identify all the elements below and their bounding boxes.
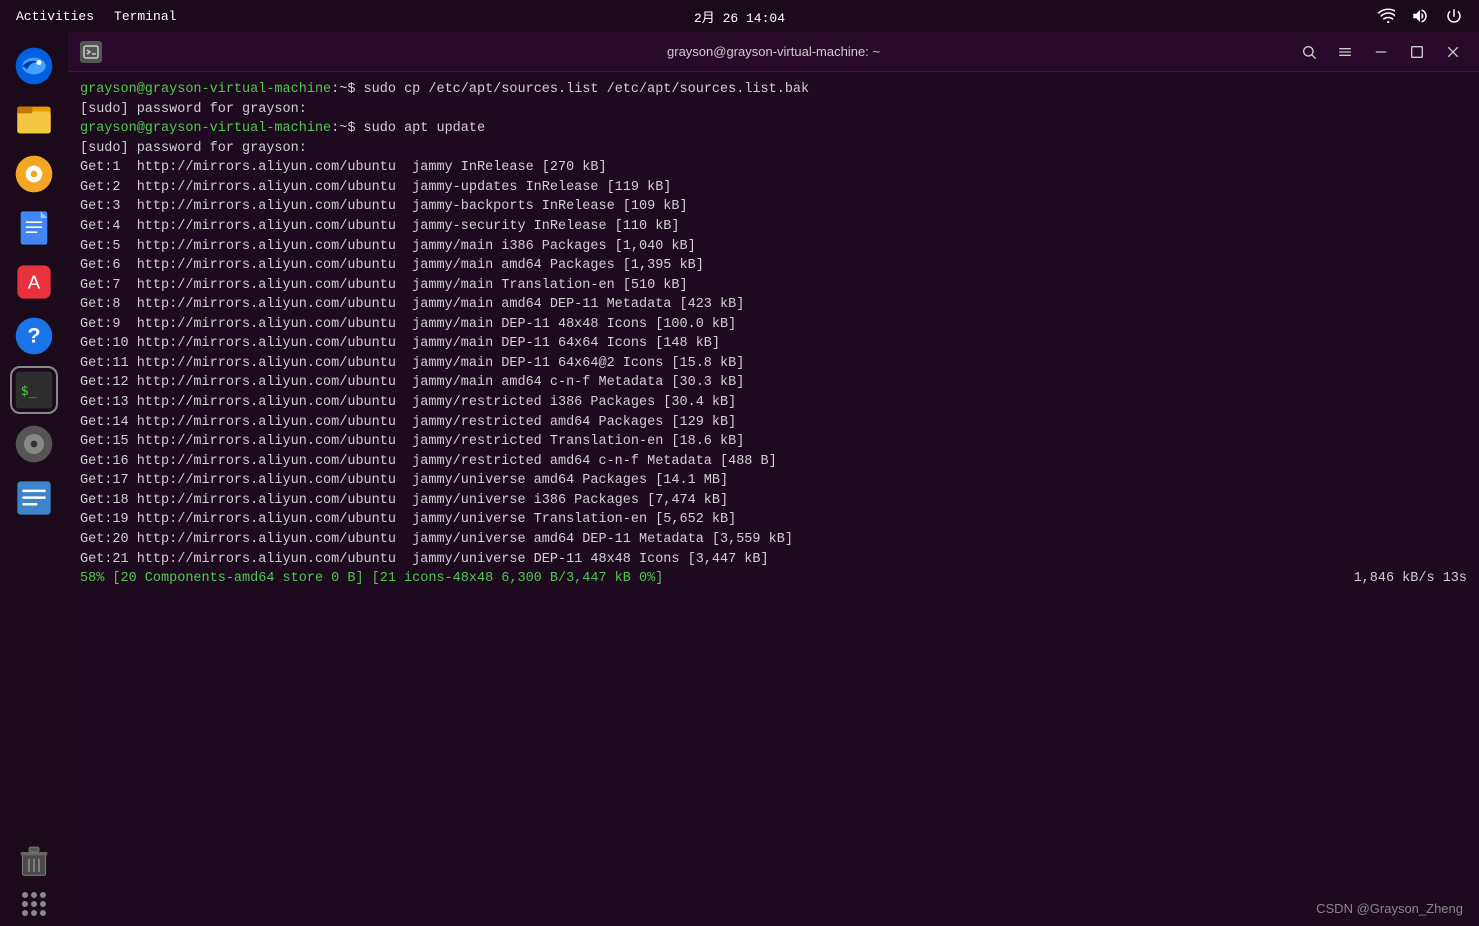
terminal-controls [1295,38,1467,66]
terminal-line: [sudo] password for grayson: [80,100,1467,120]
search-button[interactable] [1295,38,1323,66]
terminal-line: Get:17 http://mirrors.aliyun.com/ubuntu … [80,471,1467,491]
top-bar: Activities Terminal 2月 26 14:04 [0,0,1479,32]
terminal-line: 58% [20 Components-amd64 store 0 B] [21 … [80,569,1467,589]
power-icon[interactable] [1445,7,1463,25]
terminal-line: Get:12 http://mirrors.aliyun.com/ubuntu … [80,373,1467,393]
sidebar-icon-appstore[interactable]: A [10,258,58,306]
terminal-line: Get:7 http://mirrors.aliyun.com/ubuntu j… [80,276,1467,296]
terminal-tab-icon [80,41,102,63]
top-bar-right [1377,7,1463,25]
sidebar-icon-files[interactable] [10,96,58,144]
sidebar-icon-notes[interactable] [10,474,58,522]
network-icon[interactable] [1377,7,1395,25]
terminal-line: Get:8 http://mirrors.aliyun.com/ubuntu j… [80,295,1467,315]
terminal-line: grayson@grayson-virtual-machine:~$ sudo … [80,119,1467,139]
terminal-titlebar: grayson@grayson-virtual-machine: ~ [68,32,1479,72]
terminal-line: Get:13 http://mirrors.aliyun.com/ubuntu … [80,393,1467,413]
sidebar: A ? $_ [0,32,68,926]
terminal-line: Get:15 http://mirrors.aliyun.com/ubuntu … [80,432,1467,452]
sidebar-bottom [10,838,58,916]
top-bar-datetime: 2月 26 14:04 [694,7,785,26]
svg-text:$_: $_ [21,384,38,399]
terminal-line: Get:2 http://mirrors.aliyun.com/ubuntu j… [80,178,1467,198]
terminal-window: grayson@grayson-virtual-machine: ~ [68,32,1479,926]
terminal-title-left [80,41,102,63]
sidebar-icon-help[interactable]: ? [10,312,58,360]
minimize-button[interactable] [1367,38,1395,66]
terminal-line: Get:4 http://mirrors.aliyun.com/ubuntu j… [80,217,1467,237]
sidebar-icon-terminal[interactable]: $_ [10,366,58,414]
terminal-body[interactable]: grayson@grayson-virtual-machine:~$ sudo … [68,72,1479,926]
svg-text:?: ? [27,323,40,348]
terminal-line: [sudo] password for grayson: [80,139,1467,159]
apps-grid-button[interactable] [22,892,46,916]
terminal-line: Get:9 http://mirrors.aliyun.com/ubuntu j… [80,315,1467,335]
terminal-line: Get:21 http://mirrors.aliyun.com/ubuntu … [80,550,1467,570]
terminal-title: grayson@grayson-virtual-machine: ~ [667,44,880,59]
terminal-line: Get:18 http://mirrors.aliyun.com/ubuntu … [80,491,1467,511]
terminal-line: Get:5 http://mirrors.aliyun.com/ubuntu j… [80,237,1467,257]
sidebar-icon-disk[interactable] [10,420,58,468]
menu-button[interactable] [1331,38,1359,66]
terminal-menu[interactable]: Terminal [114,9,176,24]
csdn-watermark: CSDN @Grayson_Zheng [1316,901,1463,916]
terminal-line: Get:16 http://mirrors.aliyun.com/ubuntu … [80,452,1467,472]
terminal-line: Get:1 http://mirrors.aliyun.com/ubuntu j… [80,158,1467,178]
activities-button[interactable]: Activities [16,9,94,24]
terminal-line: Get:11 http://mirrors.aliyun.com/ubuntu … [80,354,1467,374]
close-button[interactable] [1439,38,1467,66]
terminal-line: Get:3 http://mirrors.aliyun.com/ubuntu j… [80,197,1467,217]
terminal-line: Get:10 http://mirrors.aliyun.com/ubuntu … [80,334,1467,354]
sidebar-icon-trash[interactable] [10,838,58,886]
terminal-line: Get:19 http://mirrors.aliyun.com/ubuntu … [80,510,1467,530]
maximize-button[interactable] [1403,38,1431,66]
sidebar-icon-docs[interactable] [10,204,58,252]
terminal-line: Get:14 http://mirrors.aliyun.com/ubuntu … [80,413,1467,433]
sidebar-icon-thunderbird[interactable] [10,42,58,90]
top-bar-left: Activities Terminal [16,9,176,24]
terminal-line: Get:20 http://mirrors.aliyun.com/ubuntu … [80,530,1467,550]
sidebar-icon-rhythmbox[interactable] [10,150,58,198]
terminal-line: grayson@grayson-virtual-machine:~$ sudo … [80,80,1467,100]
sound-icon[interactable] [1411,7,1429,25]
svg-text:A: A [28,272,41,293]
terminal-line: Get:6 http://mirrors.aliyun.com/ubuntu j… [80,256,1467,276]
